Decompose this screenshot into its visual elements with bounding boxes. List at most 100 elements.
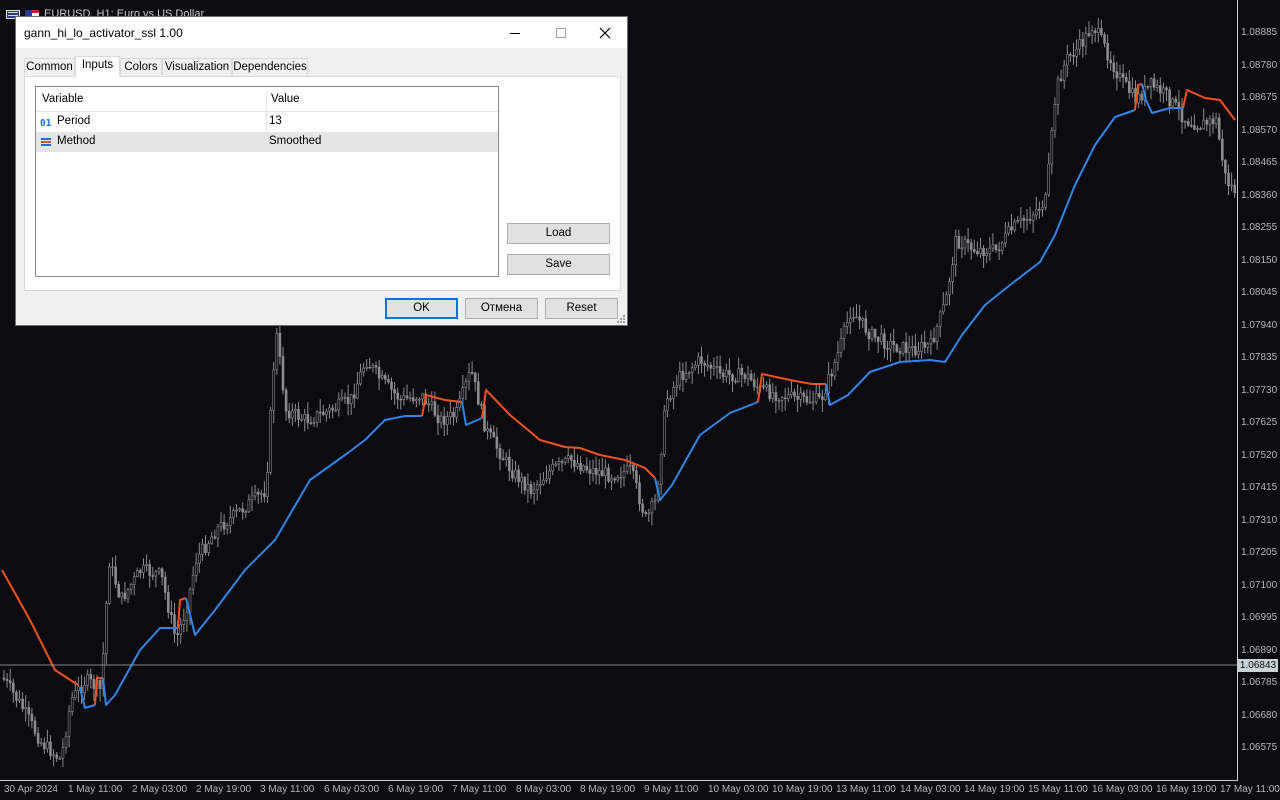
candle-body — [529, 484, 533, 494]
save-button[interactable]: Save — [507, 254, 610, 275]
candle-body — [399, 398, 403, 401]
candle-body — [154, 571, 158, 577]
price-axis-label: 1.08570 — [1241, 124, 1278, 136]
reset-button[interactable]: Reset — [545, 298, 618, 319]
candle-body — [129, 584, 133, 590]
candle-body — [811, 401, 815, 404]
candle-body — [1131, 88, 1134, 93]
candle-body — [886, 348, 889, 350]
candle-body — [802, 392, 806, 397]
candle-body — [1230, 184, 1233, 187]
price-axis-label: 1.07205 — [1241, 547, 1278, 558]
candle-body — [932, 337, 936, 342]
time-axis[interactable]: 30 Apr 2024 1 May 11:00 2 May 03:00 2 May 1… — [0, 781, 1280, 800]
candle-body — [157, 568, 161, 573]
time-axis-label: 16 May 03:00 — [1092, 784, 1153, 795]
resize-grip-icon[interactable] — [616, 314, 626, 324]
candle-body — [765, 384, 768, 388]
candle-body — [368, 366, 372, 369]
close-button[interactable] — [582, 17, 628, 48]
candle-body — [402, 395, 406, 400]
candle-body — [684, 373, 688, 380]
candle-body — [2, 677, 6, 680]
tab-dependencies[interactable]: Dependencies — [232, 58, 308, 75]
minimize-icon — [510, 33, 520, 34]
candle-body — [287, 410, 291, 419]
candle-body — [526, 484, 530, 491]
candle-body — [1115, 71, 1119, 79]
tab-colors[interactable]: Colors — [120, 58, 162, 75]
candle-body — [225, 525, 229, 530]
candle-body — [235, 509, 238, 512]
candle-body — [374, 365, 378, 368]
grid-row-period[interactable]: 01 Period 13 — [36, 112, 498, 132]
candle-body — [814, 393, 818, 403]
candle-body — [1019, 217, 1023, 221]
candle-body — [393, 388, 396, 394]
candle-body — [210, 536, 213, 544]
candle-body — [64, 736, 68, 748]
param-value[interactable]: 13 — [269, 115, 282, 127]
candle-body — [873, 329, 877, 338]
candle-body — [182, 620, 186, 626]
ssl-up-segment — [102, 627, 178, 706]
price-axis-label: 1.08780 — [1241, 59, 1278, 71]
column-header-variable[interactable]: Variable — [42, 93, 83, 105]
candle-body — [523, 476, 527, 491]
tab-inputs[interactable]: Inputs — [75, 56, 120, 77]
candle-body — [421, 393, 424, 400]
minimize-button[interactable] — [492, 17, 538, 48]
candle-body — [74, 690, 77, 699]
candle-body — [247, 499, 251, 513]
candle-body — [1050, 130, 1054, 165]
price-axis[interactable]: 1.08885 1.08780 1.08675 1.08570 1.08465 1.083… — [1237, 0, 1280, 780]
candle-body — [312, 421, 316, 424]
candle-body — [36, 733, 40, 744]
candle-body — [151, 575, 155, 577]
inputs-grid[interactable]: Variable Value 01 Period 13 Method Smoot… — [35, 86, 499, 277]
maximize-button[interactable] — [538, 17, 584, 48]
candle-body — [442, 415, 446, 425]
candle-body — [755, 386, 759, 389]
tab-visualization[interactable]: Visualization — [162, 58, 232, 75]
candle-body — [703, 362, 706, 366]
load-button[interactable]: Load — [507, 223, 610, 244]
candle-body — [46, 741, 49, 750]
dialog-titlebar[interactable]: gann_hi_lo_activator_ssl 1.00 — [16, 17, 627, 48]
candle-body — [715, 366, 719, 368]
candle-body — [201, 543, 204, 555]
candle-body — [938, 311, 942, 327]
candle-body — [982, 248, 985, 257]
cancel-button[interactable]: Отмена — [465, 298, 538, 319]
candle-body — [948, 281, 951, 296]
candle-body — [647, 512, 651, 515]
candle-body — [501, 458, 505, 460]
candle-body — [222, 521, 226, 530]
enum-param-icon — [41, 138, 51, 146]
candle-body — [145, 564, 148, 566]
candle-body — [1103, 34, 1106, 44]
candle-body — [1093, 30, 1097, 33]
candle-body — [356, 383, 359, 399]
candle-body — [693, 364, 697, 369]
candle-body — [582, 465, 586, 471]
candle-body — [449, 411, 452, 417]
ok-button[interactable]: OK — [385, 298, 458, 319]
tab-common[interactable]: Common — [24, 58, 75, 75]
grid-row-method[interactable]: Method Smoothed — [36, 132, 498, 152]
candle-body — [359, 371, 362, 385]
param-value[interactable]: Smoothed — [269, 135, 321, 147]
candle-body — [244, 511, 248, 514]
time-axis-label: 1 May 11:00 — [68, 784, 123, 795]
candle-body — [1081, 39, 1085, 47]
candle-body — [436, 414, 440, 424]
column-header-value[interactable]: Value — [271, 93, 300, 105]
candle-body — [904, 342, 908, 353]
param-name: Method — [57, 135, 96, 147]
candle-body — [464, 381, 468, 388]
candle-body — [1168, 89, 1171, 107]
candle-body — [653, 499, 657, 502]
candle-body — [898, 351, 902, 354]
candle-body — [1038, 208, 1041, 211]
candle-body — [303, 414, 307, 420]
